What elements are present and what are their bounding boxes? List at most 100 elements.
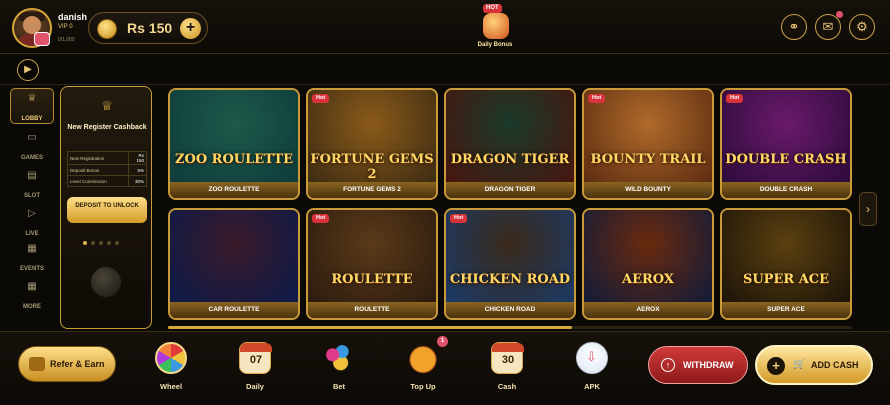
calendar-icon: ▦	[27, 243, 37, 254]
refer-icon	[29, 357, 45, 371]
game-card[interactable]: AEROX AEROX	[582, 208, 714, 320]
game-name: CHICKEN ROAD	[446, 302, 574, 318]
game-art-title: DRAGON TIGER	[450, 152, 570, 167]
pagination-dot[interactable]	[83, 241, 87, 245]
gift-icon	[407, 342, 439, 374]
pagination-dot[interactable]	[107, 241, 111, 245]
nav-item-events[interactable]: ▦ EVENTS	[10, 239, 54, 275]
balance-amount: Rs 150	[127, 20, 173, 36]
game-card[interactable]: BOUNTY TRAIL Hot WILD BOUNTY	[582, 88, 714, 200]
support-button[interactable]: ⚭	[781, 14, 807, 40]
calendar-icon: 30	[491, 342, 524, 374]
game-card[interactable]: DRAGON TIGER DRAGON TIGER	[444, 88, 576, 200]
download-arrow-glyph: ⇩	[586, 349, 597, 364]
sound-toggle-button[interactable]: ▶	[17, 59, 39, 81]
nav-item-lobby[interactable]: ♕ LOBBY	[10, 88, 54, 124]
coin-icon	[97, 19, 117, 39]
username: danish	[58, 12, 88, 22]
grid-scrollbar[interactable]	[168, 326, 852, 329]
game-art-title: CHICKEN ROAD	[449, 272, 571, 287]
left-nav: ♕ LOBBY ▭ GAMES ▤ SLOT ▷ LIVE ▦ EVENTS ▦…	[10, 88, 54, 328]
sub-bar: ▶	[0, 55, 890, 85]
game-card[interactable]: ZOO ROULETTE ZOO ROULETTE	[168, 88, 300, 200]
calendar-header-shape	[240, 343, 272, 352]
game-name: DRAGON TIGER	[446, 182, 574, 198]
bottom-item-label: Bet	[332, 382, 346, 391]
chevron-right-icon: ›	[866, 202, 870, 216]
nav-label: LIVE	[25, 231, 39, 237]
pagination-dot[interactable]	[91, 241, 95, 245]
next-page-button[interactable]: ›	[859, 192, 877, 226]
bottom-item-label: Wheel	[159, 382, 183, 391]
game-thumbnail: ZOO ROULETTE	[170, 90, 298, 186]
hot-badge: Hot	[312, 214, 330, 223]
pagination-dot[interactable]	[115, 241, 119, 245]
bottom-item-cash[interactable]: 30 Cash	[482, 342, 532, 398]
bottom-item-daily[interactable]: 07 Daily	[230, 342, 280, 398]
speaker-icon: ▶	[24, 64, 32, 75]
calendar-number: 30	[501, 354, 515, 366]
game-thumbnail: DRAGON TIGER	[446, 90, 574, 186]
bottom-item-wheel[interactable]: Wheel	[146, 342, 196, 398]
card-icon: ▭	[27, 132, 37, 143]
game-name: WILD BOUNTY	[584, 182, 712, 198]
game-thumbnail: CHICKEN ROAD	[446, 210, 574, 306]
game-card[interactable]: DOUBLE CRASH Hot DOUBLE CRASH	[720, 88, 852, 200]
hot-badge: Hot	[312, 94, 330, 103]
game-grid: ZOO ROULETTE ZOO ROULETTE FORTUNE GEMS 2 Ho…	[168, 88, 854, 322]
promo-row-value: Rs 150	[128, 151, 147, 165]
nav-item-live[interactable]: ▷ LIVE	[10, 204, 54, 240]
bottom-item-bet[interactable]: Bet	[314, 342, 364, 398]
crown-icon: ♕	[101, 98, 113, 113]
play-icon: ▷	[28, 208, 36, 219]
settings-button[interactable]: ⚙	[849, 14, 875, 40]
withdraw-label: WITHDRAW	[683, 360, 734, 370]
daily-bonus-label: Daily Bonus	[477, 42, 513, 48]
calendar-header-shape	[492, 343, 524, 352]
promo-row: Deposit Bonus 5%	[67, 164, 147, 176]
gear-icon: ⚙	[856, 19, 868, 34]
game-card[interactable]: SUPER ACE SUPER ACE	[720, 208, 852, 320]
nav-item-more[interactable]: ▦ MORE	[10, 277, 54, 313]
game-name: DOUBLE CRASH	[722, 182, 850, 198]
nav-item-games[interactable]: ▭ GAMES	[10, 128, 54, 164]
game-name: FORTUNE GEMS 2	[308, 182, 436, 198]
withdraw-button[interactable]: ↑ WITHDRAW	[648, 346, 748, 384]
pagination-dot[interactable]	[99, 241, 103, 245]
game-card[interactable]: FORTUNE GEMS 2 Hot FORTUNE GEMS 2	[306, 88, 438, 200]
arrow-up-icon: ↑	[661, 358, 675, 372]
promo-row: Level Commission 30%	[67, 175, 147, 187]
bottom-item-label: Top Up	[410, 382, 436, 391]
game-card[interactable]: CAR ROULETTE	[168, 208, 300, 320]
add-balance-button[interactable]: +	[180, 18, 201, 39]
mail-button[interactable]: ✉	[815, 14, 841, 40]
refer-earn-button[interactable]: Refer & Earn	[18, 346, 116, 382]
bottom-item-label: APK	[584, 382, 600, 391]
crown-icon: ♕	[27, 93, 37, 104]
wheel-icon	[155, 342, 187, 374]
game-thumbnail: FORTUNE GEMS 2	[308, 90, 436, 186]
daily-bonus-button[interactable]: HOT Daily Bonus	[470, 4, 520, 50]
promo-row-label: Level Commission	[67, 175, 129, 187]
nav-label: EVENTS	[19, 266, 44, 272]
refer-label: Refer & Earn	[50, 359, 105, 369]
plus-icon: +	[767, 357, 785, 375]
promo-table: New Registration Rs 150 Deposit Bonus 5%…	[67, 151, 147, 187]
game-thumbnail: BOUNTY TRAIL	[584, 90, 712, 186]
add-cash-button[interactable]: + 🛒 ADD CASH	[755, 345, 873, 385]
bottom-item-topup[interactable]: Top Up	[398, 342, 448, 398]
hot-badge: Hot	[588, 94, 606, 103]
nav-label: SLOT	[24, 193, 40, 199]
deposit-to-unlock-button[interactable]: DEPOSIT TO UNLOCK	[67, 197, 147, 223]
topup-count-badge: 1	[437, 336, 448, 347]
grid-scrollbar-thumb[interactable]	[168, 326, 572, 329]
game-card[interactable]: CHICKEN ROAD Hot CHICKEN ROAD	[444, 208, 576, 320]
game-card[interactable]: ROULETTE Hot ROULETTE	[306, 208, 438, 320]
promo-title: New Register Cashback	[67, 124, 147, 131]
nav-item-slot[interactable]: ▤ SLOT	[10, 166, 54, 202]
game-thumbnail: SUPER ACE	[722, 210, 850, 306]
bottom-item-apk[interactable]: ⇩ APK	[567, 342, 617, 398]
balance-pill[interactable]: Rs 150 +	[88, 12, 208, 44]
game-thumbnail: DOUBLE CRASH	[722, 90, 850, 186]
top-header: danish VIP 0 0/1,000 Rs 150 + HOT Daily …	[0, 0, 890, 54]
